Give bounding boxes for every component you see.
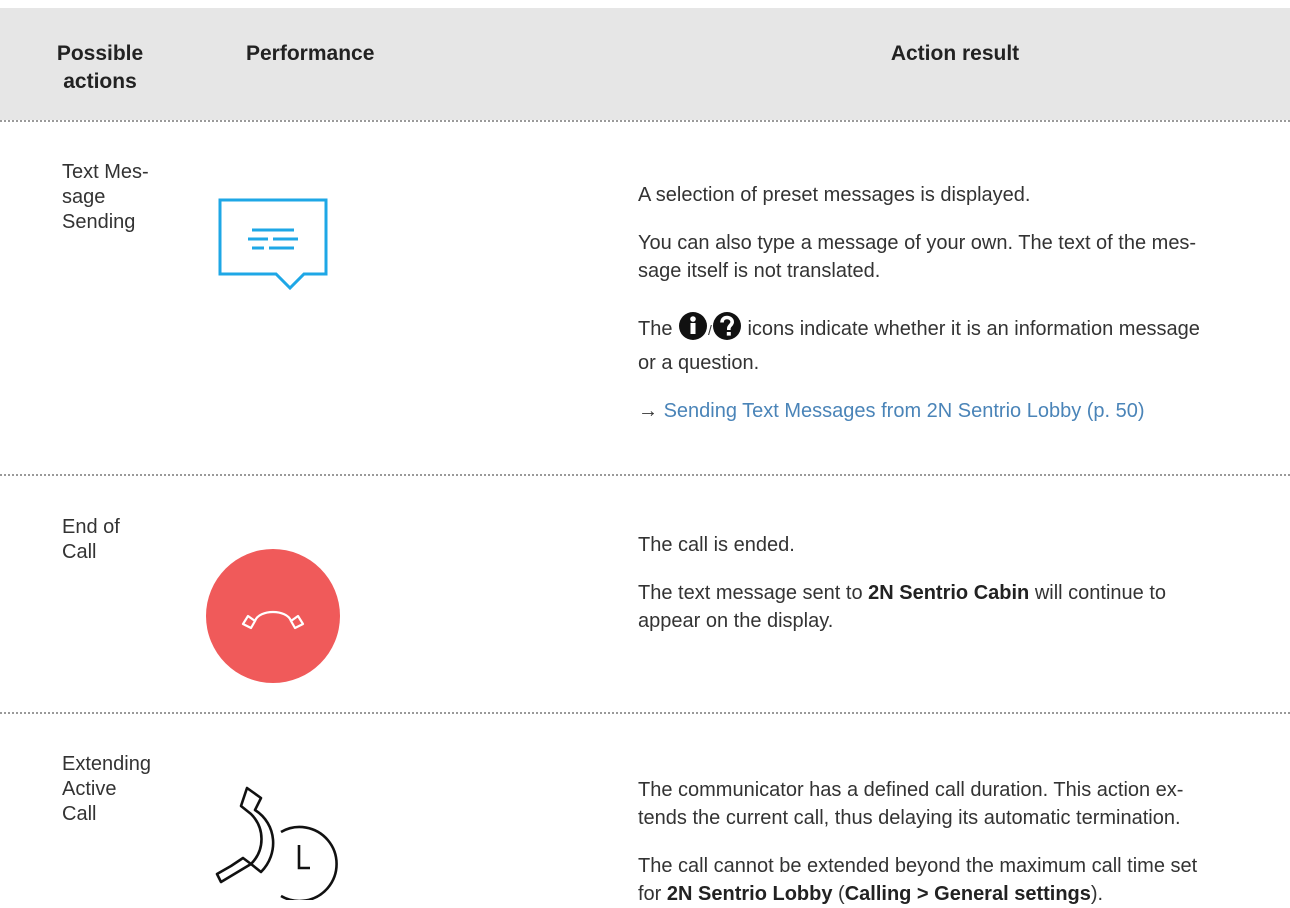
action-label-line: Text Mes- xyxy=(62,161,149,183)
product-name: 2N Sentrio Cabin xyxy=(868,582,1030,604)
action-end-of-call: End of Call xyxy=(62,515,120,565)
extend-call-clock-icon[interactable] xyxy=(215,780,345,905)
message-bubble-icon[interactable] xyxy=(218,198,330,303)
text-line: tends the current call, thus delaying it… xyxy=(638,807,1181,829)
text-line: or a question. xyxy=(638,352,760,374)
row-divider xyxy=(0,712,1290,714)
text-fragment: for xyxy=(638,883,667,905)
text-line: The call cannot be extended beyond the m… xyxy=(638,855,1198,877)
sending-text-messages-link[interactable]: Sending Text Messages from 2N Sentrio Lo… xyxy=(664,400,1145,422)
header-action-result: Action result xyxy=(890,42,1020,65)
product-name: 2N Sentrio Lobby xyxy=(666,883,833,905)
action-extending-active-call: Extending Active Call xyxy=(62,752,151,827)
result-paragraph: The call is ended. xyxy=(638,534,795,556)
header-possible-actions: Possible actions xyxy=(30,40,170,96)
result-extending-active-call: The communicator has a defined call dura… xyxy=(638,776,1248,908)
header-col1-line2: actions xyxy=(63,70,137,93)
text-fragment: ( xyxy=(832,883,845,905)
text-line: appear on the display. xyxy=(638,610,834,632)
result-paragraph: The / icons indicate whether it is an in… xyxy=(638,311,1248,377)
arrow-icon: → xyxy=(638,400,658,422)
header-performance: Performance xyxy=(246,42,375,65)
row-divider xyxy=(0,120,1290,122)
action-label-line: Active xyxy=(62,778,117,800)
result-paragraph: A selection of preset messages is displa… xyxy=(638,184,1031,206)
result-paragraph: The call cannot be extended beyond the m… xyxy=(638,852,1248,908)
row-divider xyxy=(0,474,1290,476)
text-line: You can also type a message of your own.… xyxy=(638,232,1197,254)
result-paragraph: The text message sent to 2N Sentrio Cabi… xyxy=(638,579,1248,635)
result-paragraph: You can also type a message of your own.… xyxy=(638,229,1248,285)
question-circle-icon xyxy=(712,311,742,349)
text-fragment: The xyxy=(638,318,673,340)
text-line: The communicator has a defined call dura… xyxy=(638,779,1184,801)
action-label-line: Extending xyxy=(62,753,151,775)
text-fragment: The text message sent to xyxy=(638,582,869,604)
info-circle-icon xyxy=(678,311,708,349)
text-fragment: will continue to xyxy=(1029,582,1167,604)
cross-reference: → Sending Text Messages from 2N Sentrio … xyxy=(638,397,1248,425)
action-label-line: Call xyxy=(62,541,97,563)
action-label-line: sage xyxy=(62,186,106,208)
header-col1-line1: Possible xyxy=(56,42,144,65)
action-text-message-sending: Text Mes- sage Sending xyxy=(62,160,149,235)
settings-path: Calling > General settings xyxy=(844,883,1091,905)
hang-up-icon[interactable] xyxy=(205,548,341,689)
action-label-line: End of xyxy=(62,516,120,538)
result-text-message-sending: A selection of preset messages is displa… xyxy=(638,181,1248,425)
text-fragment: icons indicate whether it is an informat… xyxy=(741,318,1200,340)
result-end-of-call: The call is ended. The text message sent… xyxy=(638,531,1248,635)
action-label-line: Call xyxy=(62,803,97,825)
actions-table: Possible actions Performance Action resu… xyxy=(0,8,1290,905)
result-paragraph: The communicator has a defined call dura… xyxy=(638,776,1248,832)
action-label-line: Sending xyxy=(62,211,136,233)
text-line: sage itself is not translated. xyxy=(638,260,881,282)
table-header: Possible actions Performance Action resu… xyxy=(0,8,1290,120)
text-fragment: ). xyxy=(1090,883,1104,905)
